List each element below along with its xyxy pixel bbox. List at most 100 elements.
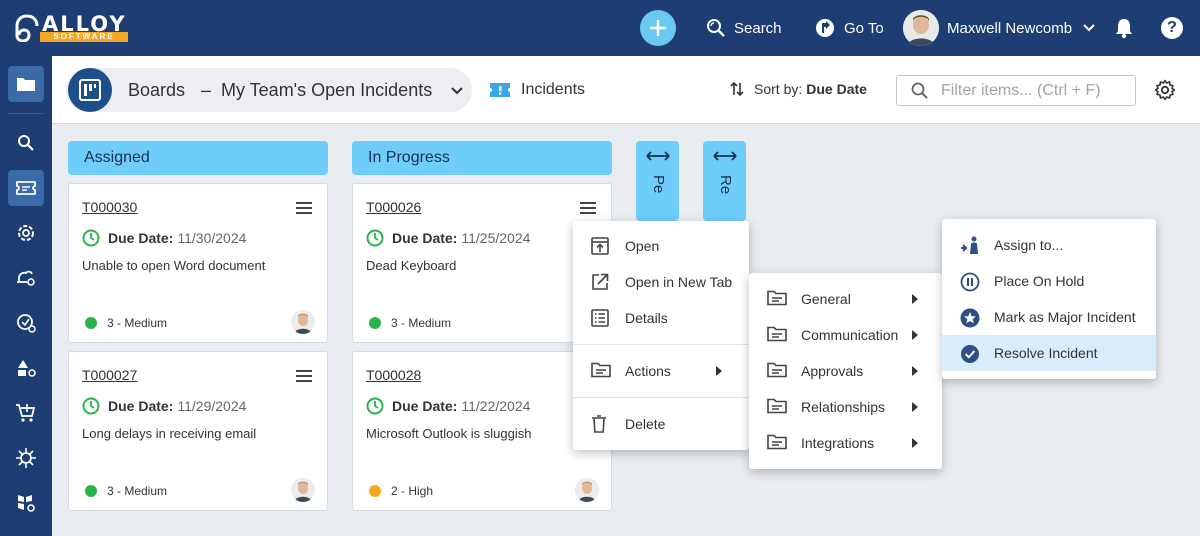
- submenu-item-label: Relationships: [801, 399, 886, 415]
- ticket-id-link[interactable]: T000030: [82, 199, 137, 215]
- card-menu-icon[interactable]: [295, 201, 313, 215]
- submenu-item-general[interactable]: General: [749, 281, 942, 317]
- assignee-avatar[interactable]: [575, 478, 599, 502]
- pause-icon: [960, 272, 980, 292]
- ticket-description: Long delays in receiving email: [82, 426, 257, 441]
- due-date-row: Due Date: 11/30/2024: [82, 229, 246, 247]
- chevron-right-icon: [912, 402, 918, 412]
- assign-user-icon: [961, 236, 978, 254]
- nav-changes[interactable]: [8, 305, 44, 341]
- action-place-on-hold[interactable]: Place On Hold: [942, 263, 1156, 299]
- column-in-progress-header[interactable]: In Progress: [352, 141, 612, 175]
- nav-tickets[interactable]: [8, 170, 44, 206]
- column-assigned-header[interactable]: Assigned: [68, 141, 328, 175]
- board-icon: [68, 68, 112, 112]
- ticket-description: Microsoft Outlook is sluggish: [366, 426, 532, 441]
- actions-submenu: General Communication Approvals Relation…: [749, 273, 942, 469]
- action-label: Place On Hold: [994, 273, 1085, 289]
- add-button[interactable]: [640, 10, 676, 46]
- priority: 2 - High: [369, 484, 433, 498]
- menu-item-actions[interactable]: Actions: [573, 353, 749, 389]
- external-link-icon: [592, 273, 609, 290]
- goto-label: Go To: [844, 19, 884, 37]
- menu-item-label: Details: [625, 310, 668, 326]
- action-mark-major-incident[interactable]: Mark as Major Incident: [942, 299, 1156, 335]
- ticket-id-link[interactable]: T000026: [366, 199, 421, 215]
- due-date-label: Due Date:: [108, 230, 174, 246]
- nav-divider: [8, 113, 44, 114]
- action-resolve-incident[interactable]: Resolve Incident: [942, 335, 1156, 371]
- priority-label: 3 - Medium: [107, 484, 168, 498]
- due-date-label: Due Date:: [392, 230, 458, 246]
- priority: 3 - Medium: [369, 316, 451, 330]
- card-menu-icon[interactable]: [295, 369, 313, 383]
- ticket-card[interactable]: T000030 Due Date: 11/30/2024 Unable to o…: [68, 183, 328, 343]
- due-date-value: 11/25/2024: [461, 230, 531, 246]
- nav-catalog[interactable]: [8, 395, 44, 431]
- menu-item-open-new-tab[interactable]: Open in New Tab: [573, 264, 749, 300]
- ticket-icon: [16, 181, 36, 195]
- search-button[interactable]: Search: [706, 0, 782, 56]
- sort-icon: [730, 81, 744, 97]
- menu-divider: [573, 397, 749, 398]
- alloy-logo[interactable]: ALLOY SOFTWARE: [14, 12, 130, 44]
- chevron-down-icon: [1083, 24, 1095, 32]
- collapsed-column-label: Pe: [650, 175, 667, 194]
- bell-icon[interactable]: [1114, 17, 1134, 39]
- gear-icon[interactable]: [1154, 79, 1176, 101]
- cog-service-icon: [18, 225, 34, 241]
- ticket-id-link[interactable]: T000027: [82, 367, 137, 383]
- nav-search[interactable]: [8, 125, 44, 161]
- cart-icon: [16, 404, 36, 422]
- nav-automation[interactable]: [8, 440, 44, 476]
- board-selector[interactable]: Boards – My Team's Open Incidents: [66, 68, 472, 112]
- submenu-item-label: Integrations: [801, 435, 875, 451]
- expand-arrows-icon[interactable]: [646, 151, 670, 161]
- incidents-label: Incidents: [521, 81, 586, 98]
- clock-icon: [366, 397, 384, 415]
- help-icon[interactable]: ?: [1161, 17, 1183, 39]
- clock-icon: [366, 229, 384, 247]
- collapsed-column-2[interactable]: Re: [703, 141, 746, 221]
- chevron-right-icon: [912, 438, 918, 448]
- nav-admin[interactable]: [8, 485, 44, 521]
- priority-label: 3 - Medium: [391, 316, 452, 330]
- nav-assets[interactable]: [8, 350, 44, 386]
- submenu-item-communication[interactable]: Communication: [749, 317, 942, 353]
- due-date-label: Due Date:: [108, 398, 174, 414]
- filter-input[interactable]: [941, 82, 1121, 100]
- due-date-value: 11/29/2024: [177, 398, 247, 414]
- action-label: Assign to...: [994, 237, 1064, 253]
- collapsed-column-label: Re: [717, 175, 734, 195]
- submenu-item-integrations[interactable]: Integrations: [749, 425, 942, 461]
- nav-services[interactable]: [8, 215, 44, 251]
- card-menu-icon[interactable]: [579, 201, 597, 215]
- assignee-avatar[interactable]: [291, 478, 315, 502]
- priority-dot: [85, 485, 97, 497]
- ticket-card[interactable]: T000027 Due Date: 11/29/2024 Long delays…: [68, 351, 328, 511]
- action-assign-to[interactable]: Assign to...: [942, 227, 1156, 263]
- due-date-value: 11/22/2024: [461, 398, 531, 414]
- collapsed-column-1[interactable]: Pe: [636, 141, 679, 221]
- submenu-item-relationships[interactable]: Relationships: [749, 389, 942, 425]
- incidents-link[interactable]: Incidents: [489, 81, 585, 99]
- user-menu[interactable]: Maxwell Newcomb: [903, 0, 1104, 56]
- menu-item-open[interactable]: Open: [573, 228, 749, 264]
- submenu-item-label: General: [801, 291, 851, 307]
- ticket-id-link[interactable]: T000028: [366, 367, 421, 383]
- menu-item-label: Actions: [625, 363, 671, 379]
- submenu-item-approvals[interactable]: Approvals: [749, 353, 942, 389]
- nav-cloud-settings[interactable]: [8, 260, 44, 296]
- due-date-row: Due Date: 11/29/2024: [82, 397, 246, 415]
- due-date-value: 11/30/2024: [177, 230, 247, 246]
- folder-icon: [17, 78, 35, 91]
- menu-item-details[interactable]: Details: [573, 300, 749, 336]
- nav-folder[interactable]: [8, 66, 44, 102]
- menu-item-delete[interactable]: Delete: [573, 406, 749, 442]
- sort-control[interactable]: Sort by: Due Date: [730, 81, 867, 97]
- assignee-avatar[interactable]: [291, 310, 315, 334]
- goto-button[interactable]: Go To: [814, 0, 884, 56]
- filter-box[interactable]: [896, 75, 1136, 106]
- expand-arrows-icon[interactable]: [713, 151, 737, 161]
- priority-label: 2 - High: [391, 484, 434, 498]
